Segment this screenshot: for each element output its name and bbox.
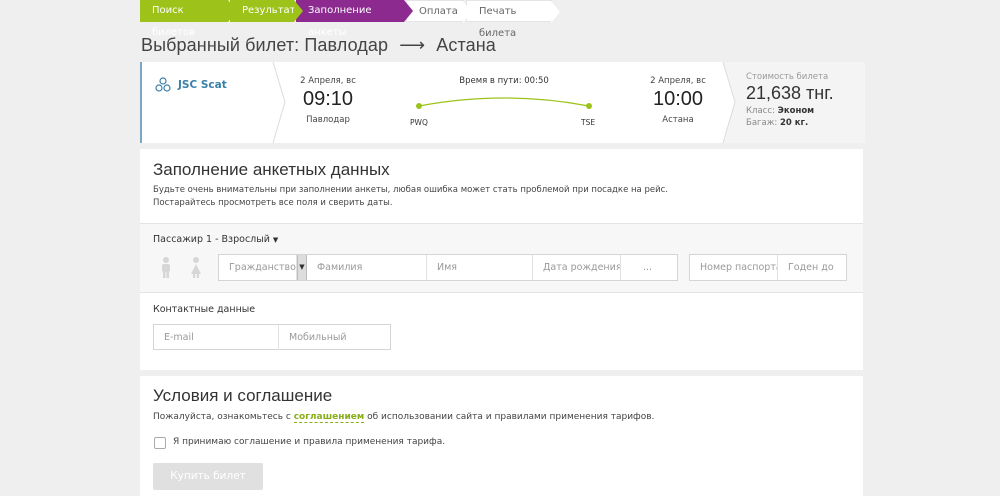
arrival-time: 10:00 (652, 88, 704, 110)
step-payment-label: Оплата (419, 6, 458, 17)
step-search[interactable]: Поиск билетов (140, 0, 237, 38)
agreement-link[interactable]: соглашением (293, 412, 365, 423)
chevron-down-icon: ▼ (272, 236, 279, 244)
chevron-down-icon[interactable]: ▼ (297, 255, 307, 280)
booking-steps: Поиск билетов Результат Заполнение анкет… (140, 0, 560, 39)
terms-text-before: Пожалуйста, ознакомьтесь с (153, 412, 291, 422)
passenger-fields: Гражданство ▼ Фамилия Имя Дата рождения … (218, 254, 678, 281)
email-input[interactable]: E-mail (154, 325, 279, 350)
citizenship-select[interactable]: Гражданство (219, 255, 297, 280)
male-icon[interactable] (160, 256, 172, 278)
arrival-date: 2 Апреля, вс (650, 76, 706, 86)
birthdate-input[interactable]: Дата рождения (533, 255, 621, 280)
step-payment: Оплата (406, 0, 472, 23)
arrival-city: Астана (662, 115, 694, 125)
departure: 2 Апреля, вс 09:10 Павлодар (278, 76, 378, 125)
terms-text: Пожалуйста, ознакомьтесь с соглашением о… (153, 412, 655, 423)
female-icon[interactable] (190, 256, 202, 278)
departure-time: 09:10 (302, 88, 354, 110)
contact-fields: E-mail Мобильный (153, 324, 391, 350)
ticket-summary: JSC Scat 2 Апреля, вс 09:10 Павлодар Вре… (140, 62, 865, 143)
separator-chevron (722, 62, 736, 143)
airline-logo-icon (155, 77, 171, 92)
airline-name: JSC Scat (178, 79, 227, 91)
passenger-toggle[interactable]: Пассажир 1 - Взрослый ▼ (153, 234, 278, 245)
passenger-section: Пассажир 1 - Взрослый ▼ Гражданство ▼ Фам… (140, 223, 863, 293)
page-title: Выбранный билет: Павлодар ⟶ Астана (141, 35, 496, 56)
form-title: Заполнение анкетных данных (153, 160, 390, 179)
step-print: Печать билета (466, 0, 560, 39)
buy-ticket-button[interactable]: Купить билет (153, 463, 263, 490)
baggage-value: 20 кг. (779, 118, 809, 128)
baggage-label: Багаж: (746, 118, 778, 128)
terms-text-after: об использовании сайта и правилами приме… (367, 412, 655, 422)
more-input[interactable]: ... (621, 255, 677, 280)
passenger-form: Заполнение анкетных данных Будьте очень … (140, 149, 863, 370)
terms-section: Условия и соглашение Пожалуйста, ознаком… (140, 376, 863, 496)
departure-city: Павлодар (306, 115, 350, 125)
step-search-label: Поиск билетов (152, 5, 196, 38)
class-value: Эконом (777, 106, 815, 116)
route-to: Астана (436, 35, 496, 55)
step-form-label: Заполнение анкеты (308, 5, 372, 38)
price-block: Стоимость билета 21,638 тнг. Класс: Экон… (746, 72, 834, 128)
arrow-right-icon: ⟶ (399, 35, 426, 55)
price-label: Стоимость билета (746, 72, 829, 82)
departure-date: 2 Апреля, вс (300, 76, 356, 86)
firstname-input[interactable]: Имя (427, 255, 533, 280)
mobile-input[interactable]: Мобильный (279, 325, 390, 350)
class-label: Класс: (746, 106, 775, 116)
passport-number-input[interactable]: Номер паспорта (690, 255, 778, 280)
flight-duration: Время в пути: 00:50 (459, 76, 549, 86)
price-value: 21,638 тнг. (746, 83, 834, 103)
route-from: Павлодар (304, 35, 389, 55)
flight-route: Время в пути: 00:50 PWQ TSE (404, 76, 604, 136)
departure-code: PWQ (410, 118, 428, 127)
accept-terms-label[interactable]: Я принимаю соглашение и правила применен… (173, 437, 445, 447)
accept-terms-checkbox[interactable] (154, 437, 166, 449)
airline: JSC Scat (154, 76, 227, 94)
terms-title: Условия и соглашение (153, 386, 333, 405)
step-form[interactable]: Заполнение анкеты (296, 0, 413, 38)
passport-expiry-input[interactable]: Годен до (778, 255, 846, 280)
baggage-info: Багаж: 20 кг. (746, 118, 834, 128)
contacts-label: Контактные данные (153, 304, 256, 315)
form-hint-line2: Постарайтесь просмотреть все поля и свер… (153, 198, 393, 208)
route-arc-icon (416, 97, 592, 109)
form-hint-line1: Будьте очень внимательны при заполнении … (153, 185, 668, 195)
lastname-input[interactable]: Фамилия (307, 255, 427, 280)
arrival: 2 Апреля, вс 10:00 Астана (628, 76, 728, 125)
passport-fields: Номер паспорта Годен до (689, 254, 847, 281)
page-title-prefix: Выбранный билет: (141, 35, 300, 55)
passenger-label: Пассажир 1 - Взрослый (153, 234, 270, 245)
step-result-label: Результат (242, 5, 296, 16)
step-result[interactable]: Результат (230, 0, 303, 22)
class-info: Класс: Эконом (746, 106, 834, 116)
arrival-code: TSE (581, 118, 596, 127)
